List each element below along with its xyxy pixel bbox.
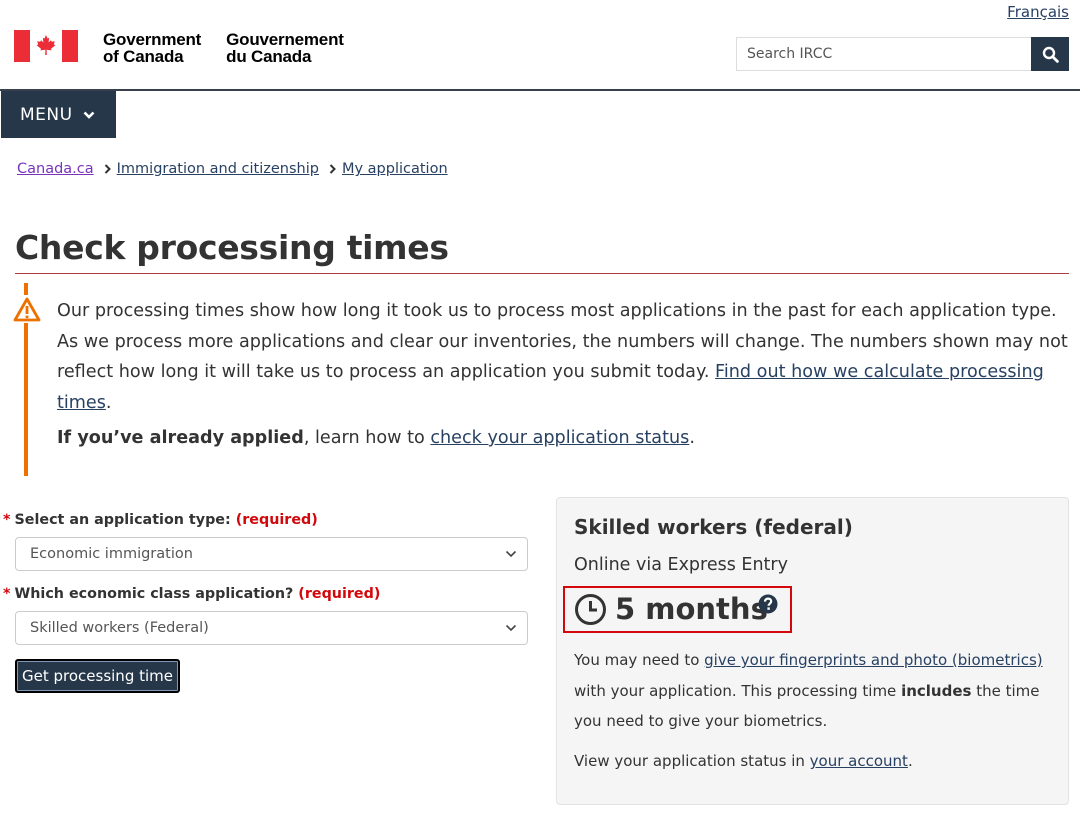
get-processing-time-button[interactable]: Get processing time	[15, 659, 180, 693]
processing-time: 5 months	[574, 592, 768, 626]
biometrics-link[interactable]: give your fingerprints and photo (biomet…	[704, 651, 1042, 669]
result-program-title: Skilled workers (federal)	[574, 515, 853, 539]
title-underline	[15, 273, 1069, 274]
already-applied-text: If you’ve already applied, learn how to …	[57, 428, 695, 448]
language-toggle-link[interactable]: Français	[1007, 3, 1069, 21]
menu-button[interactable]: MENU	[1, 91, 116, 138]
application-type-select[interactable]: Economic immigration	[15, 537, 528, 571]
warning-icon	[12, 295, 41, 323]
clock-icon	[575, 593, 606, 625]
processing-notice-text: Our processing times show how long it to…	[57, 301, 1068, 413]
economic-class-label: * Which economic class application? (requ…	[3, 586, 381, 602]
your-account-link[interactable]: your account	[810, 752, 908, 770]
government-signature[interactable]: Government of Canada Gouvernement du Can…	[14, 30, 344, 65]
economic-class-select[interactable]: Skilled workers (Federal)	[15, 611, 528, 645]
search-bar	[736, 37, 1069, 71]
help-icon[interactable]	[758, 594, 778, 619]
menu-label: MENU	[20, 104, 73, 125]
breadcrumb: Canada.ca Immigration and citizenship My…	[17, 161, 448, 177]
chevron-down-icon	[505, 550, 517, 558]
chevron-right-icon	[104, 164, 111, 174]
government-wordmark-en: Government of Canada	[103, 30, 202, 66]
application-type-value: Economic immigration	[30, 546, 193, 562]
header-divider	[0, 89, 1080, 91]
breadcrumb-link-immigration[interactable]: Immigration and citizenship	[117, 161, 319, 177]
search-button[interactable]	[1031, 37, 1069, 71]
chevron-down-icon	[83, 111, 95, 119]
chevron-right-icon	[329, 164, 336, 174]
government-wordmark-fr: Gouvernement du Canada	[226, 30, 344, 66]
application-type-label: * Select an application type: (required)	[3, 512, 318, 528]
search-icon	[1042, 46, 1059, 63]
biometrics-info-text: You may need to give your fingerprints a…	[574, 651, 1043, 730]
breadcrumb-link-my-application[interactable]: My application	[342, 161, 448, 177]
check-status-link[interactable]: check your application status	[430, 428, 689, 448]
economic-class-value: Skilled workers (Federal)	[30, 620, 209, 636]
result-stream-subtitle: Online via Express Entry	[574, 555, 788, 575]
breadcrumb-link-canada[interactable]: Canada.ca	[17, 161, 94, 177]
chevron-down-icon	[505, 624, 517, 632]
page-title: Check processing times	[15, 228, 449, 267]
processing-time-result-panel: Skilled workers (federal) Online via Exp…	[556, 497, 1069, 805]
processing-time-value: 5 months	[615, 592, 768, 626]
canada-flag-icon	[14, 30, 78, 62]
search-input[interactable]	[736, 37, 1031, 71]
account-status-text: View your application status in your acc…	[574, 752, 913, 770]
